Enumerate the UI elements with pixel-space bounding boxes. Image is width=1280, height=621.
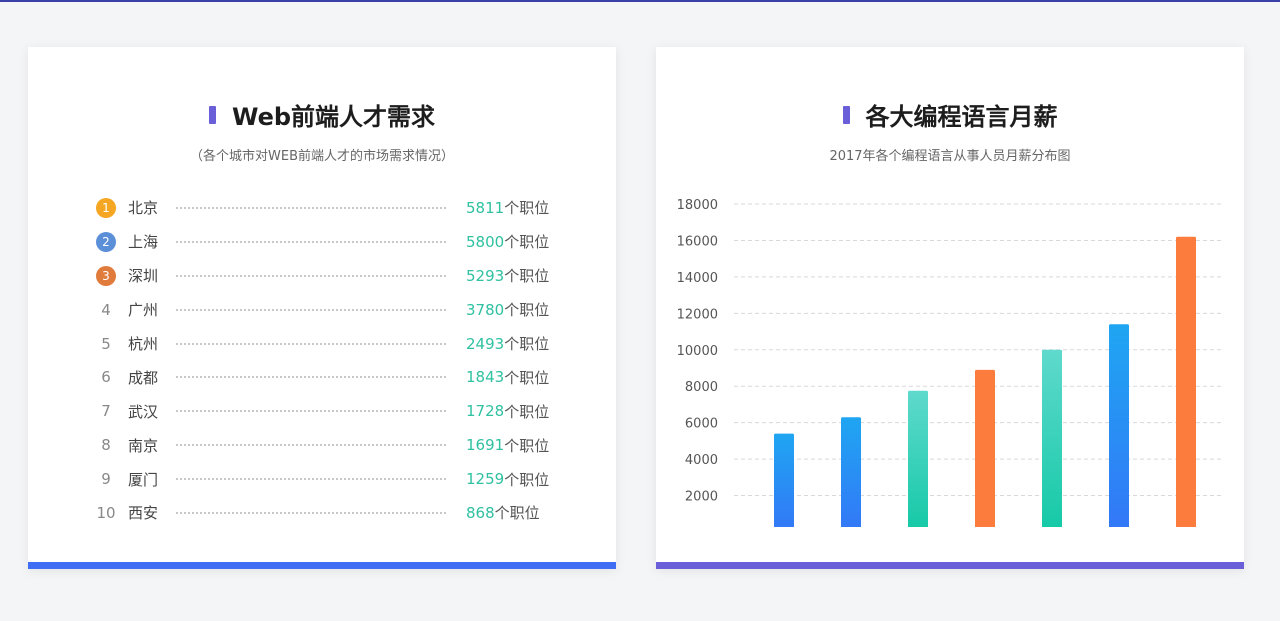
y-tick-label: 0 (710, 526, 718, 527)
dotted-leader (176, 511, 446, 514)
job-unit: 个职位 (504, 436, 550, 455)
job-unit: 个职位 (504, 335, 550, 353)
y-tick-label: 12000 (677, 307, 718, 322)
rank-city: 南京 (128, 436, 159, 455)
left-card-title-text: Web前端人才需求 (231, 103, 436, 131)
rank-row: 8 南京 1691 个职位 (96, 428, 566, 462)
left-card-title: Web前端人才需求 (28, 97, 616, 132)
salary-bar (841, 417, 861, 527)
job-unit: 个职位 (504, 267, 550, 286)
job-count: 5293 (466, 266, 505, 285)
rank-row: 1 北京 5811 个职位 (96, 191, 566, 225)
rank-number: 4 (101, 300, 111, 319)
salary-bar (1109, 324, 1129, 527)
salary-bar (1176, 236, 1196, 527)
salary-bar (774, 433, 794, 527)
job-unit: 个职位 (494, 504, 540, 523)
rank-medal-badge: 2 (96, 231, 116, 252)
rank-city: 成都 (128, 368, 159, 387)
job-count: 1259 (466, 470, 505, 489)
rank-row: 3 深圳 5293 个职位 (96, 259, 566, 293)
web-talent-demand-card: Web前端人才需求 （各个城市对WEB前端人才的市场需求情况） 1 北京 5811 个… (28, 47, 616, 569)
salary-chart-card: 各大编程语言月薪 2017年各个编程语言从事人员月薪分布图 0 2000 4000 6… (656, 47, 1244, 569)
job-count: 2493 (466, 334, 505, 353)
dotted-leader (176, 342, 446, 345)
y-tick-label: 10000 (677, 344, 718, 359)
salary-bar (908, 390, 928, 527)
job-count: 5811 (466, 198, 505, 217)
job-count: 3780 (466, 300, 505, 319)
rank-number: 10 (96, 503, 116, 522)
left-card-bottom-bar (28, 562, 616, 569)
dotted-leader (176, 478, 446, 481)
rank-city: 上海 (128, 233, 159, 252)
rank-number: 8 (101, 436, 111, 455)
job-count: 1843 (466, 368, 505, 387)
rank-city: 西安 (128, 504, 159, 523)
dotted-leader (176, 444, 446, 447)
rank-number: 9 (101, 470, 111, 489)
rank-city: 深圳 (128, 267, 159, 286)
y-tick-label: 4000 (685, 453, 718, 468)
job-count: 5800 (466, 232, 505, 251)
job-unit: 个职位 (504, 301, 550, 320)
right-card-bottom-bar (656, 562, 1244, 569)
y-tick-label: 6000 (685, 417, 718, 432)
rank-row: 7 武汉 1728 个职位 (96, 394, 566, 428)
rank-row: 5 杭州 2493 个职位 (96, 327, 566, 361)
y-tick-label: 18000 (677, 198, 718, 213)
title-marker-icon (842, 105, 850, 124)
rank-city: 广州 (128, 301, 159, 320)
right-card-subtitle: 2017年各个编程语言从事人员月薪分布图 (829, 149, 1071, 164)
salary-bar-chart: 0 2000 4000 6000 8000 10000 12000 14000 16000 180… (677, 198, 1224, 527)
dotted-leader (176, 240, 446, 243)
city-rank-list: 1 北京 5811 个职位 2 上海 5800 个职位 3 深圳 5293 个职位 4 广州 3780 个职位… (96, 191, 566, 530)
job-unit: 个职位 (504, 402, 550, 421)
y-tick-label: 14000 (677, 271, 718, 286)
dotted-leader (176, 274, 446, 277)
job-unit: 个职位 (504, 199, 550, 218)
y-tick-label: 16000 (677, 234, 718, 249)
job-unit: 个职位 (504, 470, 550, 489)
job-count: 1691 (466, 436, 505, 455)
title-marker-icon (208, 105, 216, 124)
rank-medal-badge: 3 (96, 265, 116, 286)
job-count: 868 (466, 503, 495, 522)
y-tick-label: 8000 (685, 380, 718, 395)
top-accent-line (0, 0, 1280, 2)
rank-city: 北京 (128, 199, 159, 218)
rank-city: 厦门 (128, 470, 159, 489)
rank-row: 6 成都 1843 个职位 (96, 360, 566, 394)
job-count: 1728 (466, 402, 505, 421)
right-card-title-text: 各大编程语言月薪 (865, 103, 1058, 131)
rank-number: 6 (101, 368, 111, 387)
salary-bar (1042, 349, 1062, 527)
rank-medal-badge: 1 (96, 197, 116, 218)
rank-row: 2 上海 5800 个职位 (96, 225, 566, 259)
salary-bar (975, 369, 995, 527)
y-tick-label: 2000 (685, 490, 718, 505)
right-card-title: 各大编程语言月薪 (656, 97, 1244, 132)
rank-row: 4 广州 3780 个职位 (96, 293, 566, 327)
left-card-subtitle: （各个城市对WEB前端人才的市场需求情况） (190, 149, 454, 164)
rank-row: 9 厦门 1259 个职位 (96, 462, 566, 496)
rank-row: 10 西安 868 个职位 (96, 496, 566, 530)
job-unit: 个职位 (504, 368, 550, 387)
job-unit: 个职位 (504, 233, 550, 252)
rank-city: 杭州 (128, 335, 159, 353)
dotted-leader (176, 206, 446, 209)
dotted-leader (176, 376, 446, 379)
dotted-leader (176, 410, 446, 413)
rank-number: 7 (101, 402, 111, 421)
dotted-leader (176, 308, 446, 311)
rank-city: 武汉 (128, 402, 159, 421)
rank-number: 5 (101, 334, 111, 353)
